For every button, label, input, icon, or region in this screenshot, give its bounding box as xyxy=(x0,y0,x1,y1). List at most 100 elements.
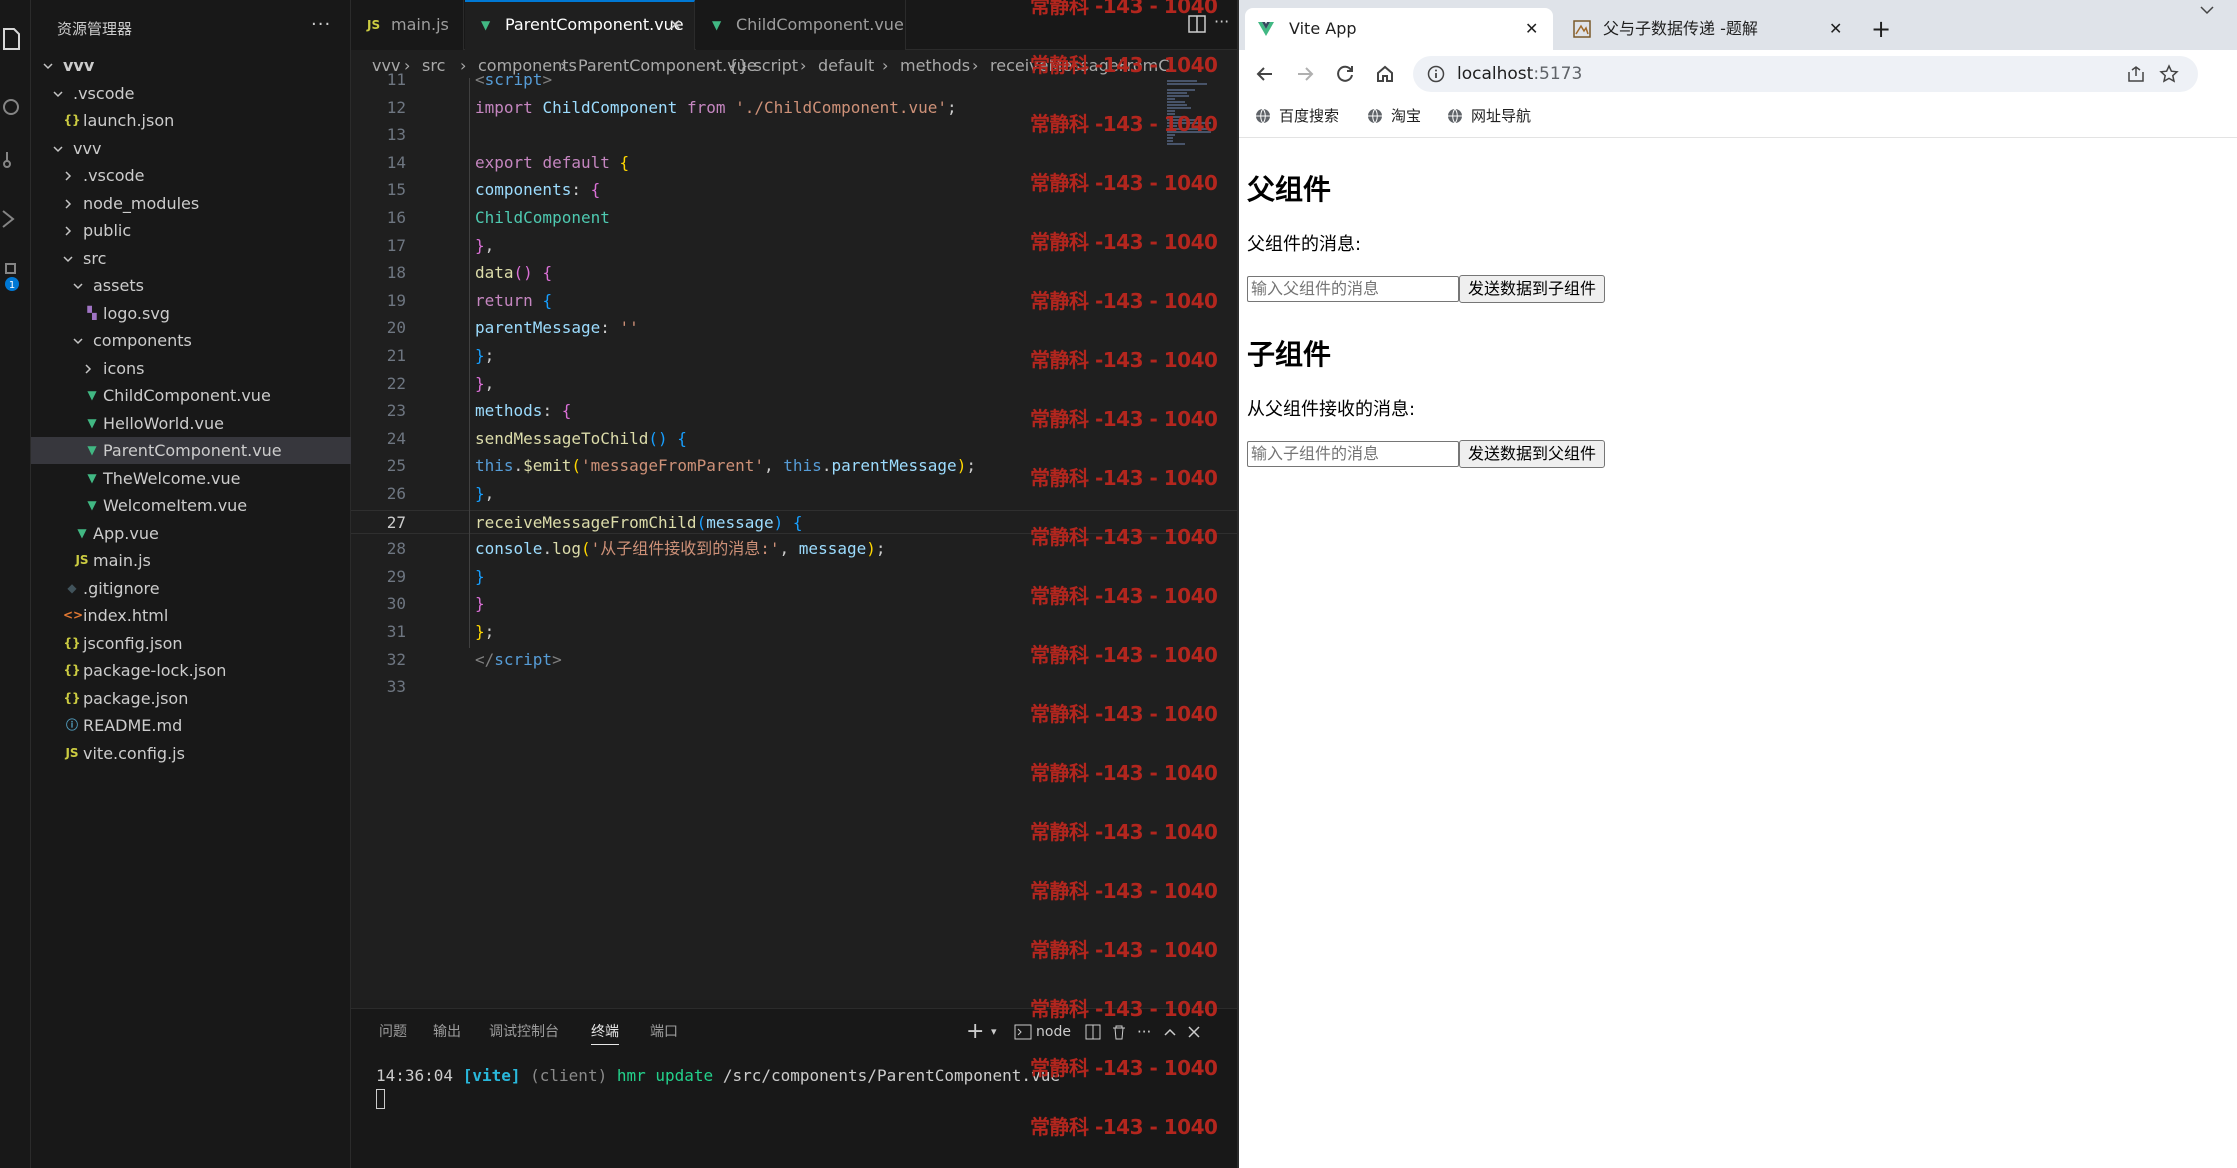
chevron-down-icon xyxy=(51,135,65,162)
extensions-icon[interactable]: 1 xyxy=(0,254,31,294)
line-number: 27 xyxy=(386,512,406,532)
panel-tab[interactable]: 调试控制台 xyxy=(489,1019,559,1045)
tree-file[interactable]: {} jsconfig.json xyxy=(31,630,351,657)
search-icon[interactable] xyxy=(0,88,31,128)
watermark-text: 常静科 -143 - 1040 xyxy=(1030,1056,1218,1080)
terminal-output[interactable]: 14:36:04 [vite] (client) hmr update /src… xyxy=(376,1064,1060,1088)
watermark-text: 常静科 -143 - 1040 xyxy=(1030,407,1218,431)
code-text: } xyxy=(475,594,485,614)
explorer-icon[interactable] xyxy=(0,18,31,58)
tree-item-label: ChildComponent.vue xyxy=(103,386,271,405)
minimap-line xyxy=(1167,143,1185,145)
tree-file[interactable]: ▼ WelcomeItem.vue xyxy=(31,492,351,519)
tree-file[interactable]: <> index.html xyxy=(31,602,351,629)
close-tab-icon[interactable]: ✕ xyxy=(1829,8,1842,50)
browser-tab-tijie[interactable]: 父与子数据传递 -题解 ✕ xyxy=(1559,8,1855,50)
tree-file[interactable]: JS main.js xyxy=(31,547,351,574)
send-to-child-button[interactable]: 发送数据到子组件 xyxy=(1459,275,1606,303)
bookmark-baidu[interactable]: 百度搜索 xyxy=(1255,98,1345,134)
tree-folder[interactable]: src xyxy=(31,245,351,272)
file-type-icon: ▚ xyxy=(87,305,97,320)
code-text: methods: { xyxy=(475,401,572,421)
minimap-line xyxy=(1167,140,1173,142)
tree-file[interactable]: ▼ HelloWorld.vue xyxy=(31,410,351,437)
code-line: 33 xyxy=(351,675,1237,699)
panel-tab[interactable]: 终端 xyxy=(591,1019,619,1045)
tree-folder[interactable]: .vscode xyxy=(31,80,351,107)
tree-file[interactable]: ▼ App.vue xyxy=(31,520,351,547)
line-number: 13 xyxy=(386,125,406,145)
bookmark-nav[interactable]: 网址导航 xyxy=(1447,98,1547,134)
send-to-parent-button[interactable]: 发送数据到父组件 xyxy=(1459,440,1606,468)
child-message-input[interactable]: 输入子组件的消息 xyxy=(1247,441,1459,467)
close-tab-icon[interactable]: ✕ xyxy=(1525,8,1538,50)
more-actions-icon[interactable]: ··· xyxy=(311,14,331,35)
file-type-icon: ▼ xyxy=(87,415,97,430)
activity-bar: 1 xyxy=(0,0,31,1168)
tree-file[interactable]: ▼ TheWelcome.vue xyxy=(31,465,351,492)
site-favicon-icon xyxy=(1573,8,1591,54)
code-text: return { xyxy=(475,290,553,310)
forward-button[interactable] xyxy=(1291,60,1319,88)
browser-tab-vite-app[interactable]: Vite App ✕ xyxy=(1245,8,1553,50)
tree-folder[interactable]: node_modules xyxy=(31,190,351,217)
panel-tab[interactable]: 问题 xyxy=(379,1019,407,1045)
panel-more-icon[interactable]: ··· xyxy=(1137,1019,1151,1045)
site-info-icon[interactable] xyxy=(1427,65,1445,87)
bookmark-taobao[interactable]: 淘宝 xyxy=(1367,98,1433,134)
run-debug-icon[interactable] xyxy=(0,198,31,238)
line-number: 33 xyxy=(386,677,406,697)
code-text: ChildComponent xyxy=(475,208,610,227)
reload-button[interactable] xyxy=(1331,60,1359,88)
child-message-label: 从父组件接收的消息: xyxy=(1247,399,1416,420)
chevron-down-icon xyxy=(61,245,75,272)
tree-file[interactable]: {} package-lock.json xyxy=(31,657,351,684)
tree-folder[interactable]: icons xyxy=(31,355,351,382)
tree-folder[interactable]: .vscode xyxy=(31,162,351,189)
tree-folder[interactable]: public xyxy=(31,217,351,244)
panel-tab[interactable]: 输出 xyxy=(433,1019,461,1045)
source-control-icon[interactable] xyxy=(0,138,31,178)
tree-item-label: public xyxy=(83,221,132,240)
file-type-icon: JS xyxy=(75,553,89,567)
chevron-down-icon[interactable]: ▾ xyxy=(991,1019,997,1045)
watermark-text: 常静科 -143 - 1040 xyxy=(1030,0,1218,18)
new-terminal-icon[interactable]: + xyxy=(966,1019,984,1045)
back-button[interactable] xyxy=(1251,60,1279,88)
tree-file[interactable]: ▼ ParentComponent.vue xyxy=(31,437,351,464)
code-text: parentMessage: '' xyxy=(475,318,639,338)
tree-folder[interactable]: components xyxy=(31,327,351,354)
close-icon[interactable]: ✕ xyxy=(669,2,682,48)
tree-file[interactable]: {} package.json xyxy=(31,685,351,712)
tree-folder[interactable]: vvv xyxy=(31,135,351,162)
bookmark-label: 百度搜索 xyxy=(1279,107,1340,125)
watermark-text: 常静科 -143 - 1040 xyxy=(1030,289,1218,313)
tree-item-label: HelloWorld.vue xyxy=(103,413,224,433)
share-icon[interactable] xyxy=(2127,65,2145,87)
tree-folder[interactable]: assets xyxy=(31,272,351,299)
new-tab-button[interactable]: + xyxy=(1861,8,1901,50)
tree-file[interactable]: ⓘ README.md xyxy=(31,712,351,739)
tree-file[interactable]: {} launch.json xyxy=(31,107,351,134)
address-bar[interactable]: localhost:5173 xyxy=(1413,56,2198,92)
tree-file[interactable]: ◆ .gitignore xyxy=(31,575,351,602)
tree-file[interactable]: JS vite.config.js xyxy=(31,740,351,767)
tree-item-label: .vscode xyxy=(83,166,145,185)
panel-tab[interactable]: 端口 xyxy=(650,1019,678,1045)
bookmark-star-icon[interactable] xyxy=(2159,64,2179,88)
editor-tab[interactable]: JS main.js xyxy=(351,0,464,50)
tree-file[interactable]: ▼ ChildComponent.vue xyxy=(31,382,351,409)
home-button[interactable] xyxy=(1371,60,1399,88)
vscode-window: 1 资源管理器 ··· vvv .vscode{} launch.json vvv .v… xyxy=(0,0,1237,1168)
editor-tab[interactable]: ▼ ParentComponent.vue ✕ xyxy=(465,0,695,50)
file-type-icon: ▼ xyxy=(712,18,722,32)
tab-search-icon[interactable] xyxy=(2199,4,2215,20)
tree-file[interactable]: ▚ logo.svg xyxy=(31,300,351,327)
explorer-sidebar: 资源管理器 ··· vvv .vscode{} launch.json vvv .vsc… xyxy=(31,0,351,1168)
parent-message-input[interactable]: 输入父组件的消息 xyxy=(1247,276,1459,302)
terminal-shell-label: node xyxy=(1036,1024,1071,1040)
editor-tab[interactable]: ▼ ChildComponent.vue xyxy=(696,0,906,50)
tree-folder[interactable]: vvv xyxy=(31,52,351,79)
file-type-icon: JS xyxy=(65,745,79,760)
chevron-right-icon xyxy=(61,217,75,244)
